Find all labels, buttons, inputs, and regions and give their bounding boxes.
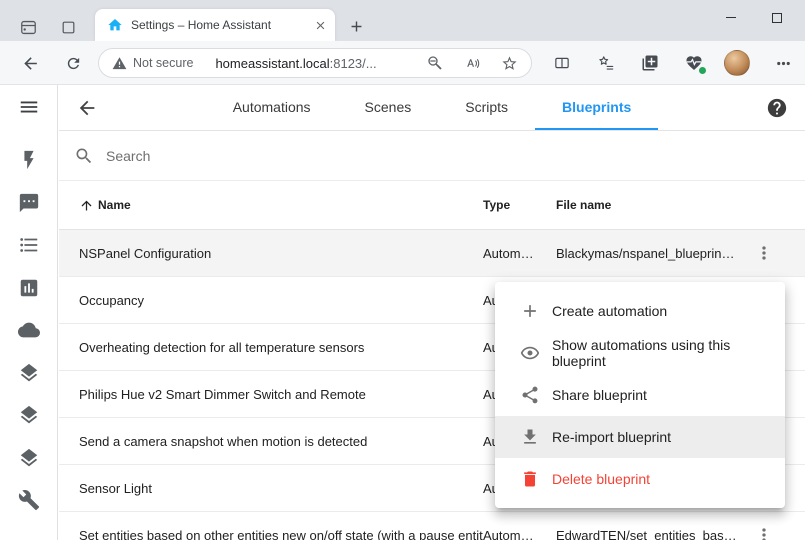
row-file: Blackymas/nspanel_blueprin… [556,246,751,261]
table-row[interactable]: NSPanel Configuration Autom… Blackymas/n… [59,230,805,277]
row-name: Send a camera snapshot when motion is de… [79,434,483,449]
essentials-status-dot [698,66,707,75]
column-header-file[interactable]: File name [556,198,751,212]
back-button[interactable] [16,49,44,77]
browser-toolbar: Not secure homeassistant.local:8123/... [0,41,805,85]
tab-title: Settings – Home Assistant [131,18,311,32]
split-screen-icon[interactable] [548,49,576,77]
table-row[interactable]: Set entities based on other entities new… [59,512,805,540]
row-name: Set entities based on other entities new… [79,528,483,540]
read-aloud-icon[interactable] [460,51,484,75]
sidebar-list-icon[interactable] [0,224,58,267]
sort-arrow-icon[interactable] [79,198,94,213]
sidebar-cloud-icon[interactable] [0,309,58,352]
screen: Settings – Home Assistant Not secure hom… [0,0,805,540]
row-name: Overheating detection for all temperatur… [79,340,483,355]
maximize-button[interactable] [754,0,800,35]
row-name: Sensor Light [79,481,483,496]
favorites-hub-icon[interactable] [592,49,620,77]
not-secure-warning-icon [112,56,127,71]
help-icon[interactable] [765,96,789,120]
profile-avatar[interactable] [724,50,750,76]
zoom-out-icon[interactable] [423,51,447,75]
address-bar[interactable]: Not secure homeassistant.local:8123/... [98,48,532,78]
sidebar-items [0,139,58,522]
tab-automations[interactable]: Automations [206,85,338,130]
close-window-button[interactable] [800,0,805,35]
sidebar-layers-icon[interactable] [0,437,58,480]
nav-tabs: AutomationsScenesScriptsBlueprints [59,85,805,130]
url-host: homeassistant.local [215,56,329,71]
tab-scenes[interactable]: Scenes [338,85,439,130]
sidebar-wrench-icon[interactable] [0,479,58,522]
search-input[interactable]: Search [59,131,805,181]
menu-item-re-import-blueprint[interactable]: Re-import blueprint [495,416,785,458]
row-type: Autom… [483,246,556,261]
tab-scripts[interactable]: Scripts [438,85,535,130]
column-header-type[interactable]: Type [483,198,556,212]
sidebar-message-icon[interactable] [0,182,58,225]
row-menu-icon[interactable] [751,522,777,540]
window-controls [708,0,805,35]
search-placeholder: Search [106,148,150,164]
tab-blueprints[interactable]: Blueprints [535,85,658,130]
menu-item-create-automation[interactable]: Create automation [495,290,785,332]
refresh-button[interactable] [59,49,87,77]
row-name: Philips Hue v2 Smart Dimmer Switch and R… [79,387,483,402]
browser-tabstrip: Settings – Home Assistant [0,0,805,41]
menu-item-delete-blueprint[interactable]: Delete blueprint [495,458,785,500]
tab-actions-icon[interactable] [55,14,81,40]
search-icon [74,146,94,166]
tab-close-icon[interactable] [311,16,329,34]
row-menu-icon[interactable] [751,240,777,266]
sidebar-flash-icon[interactable] [0,139,58,182]
minimize-button[interactable] [708,0,754,35]
row-type: Autom… [483,528,556,540]
workspaces-icon[interactable] [15,14,41,40]
home-assistant-favicon [107,17,123,33]
menu-item-share-blueprint[interactable]: Share blueprint [495,374,785,416]
add-favorite-star-icon[interactable] [497,51,521,75]
url-text[interactable]: homeassistant.local:8123/... [215,56,410,71]
ha-sidebar [0,85,58,540]
browser-menu-icon[interactable] [769,49,797,77]
url-path: :8123/... [330,56,377,71]
security-label[interactable]: Not secure [133,56,193,70]
ha-topnav: AutomationsScenesScriptsBlueprints [59,85,805,131]
row-file: EdwardTEN/set_entities_bas… [556,528,751,540]
row-name: NSPanel Configuration [79,246,483,261]
table-header: Name Type File name [59,181,805,230]
row-name: Occupancy [79,293,483,308]
new-tab-button[interactable] [343,13,369,39]
menu-item-show-automations-using-this-blueprint[interactable]: Show automations using this blueprint [495,332,785,374]
context-menu: Create automation Show automations using… [495,282,785,508]
sidebar-chart-box-icon[interactable] [0,267,58,310]
home-assistant-app: AutomationsScenesScriptsBlueprints Searc… [0,85,805,540]
column-header-name[interactable]: Name [98,198,131,212]
sidebar-layers-icon[interactable] [0,394,58,437]
sidebar-menu-icon[interactable] [17,95,41,119]
collections-icon[interactable] [636,49,664,77]
sidebar-layers-icon[interactable] [0,352,58,395]
browser-tab[interactable]: Settings – Home Assistant [95,9,335,41]
ha-back-button[interactable] [75,96,99,120]
browser-essentials-icon[interactable] [680,49,708,77]
